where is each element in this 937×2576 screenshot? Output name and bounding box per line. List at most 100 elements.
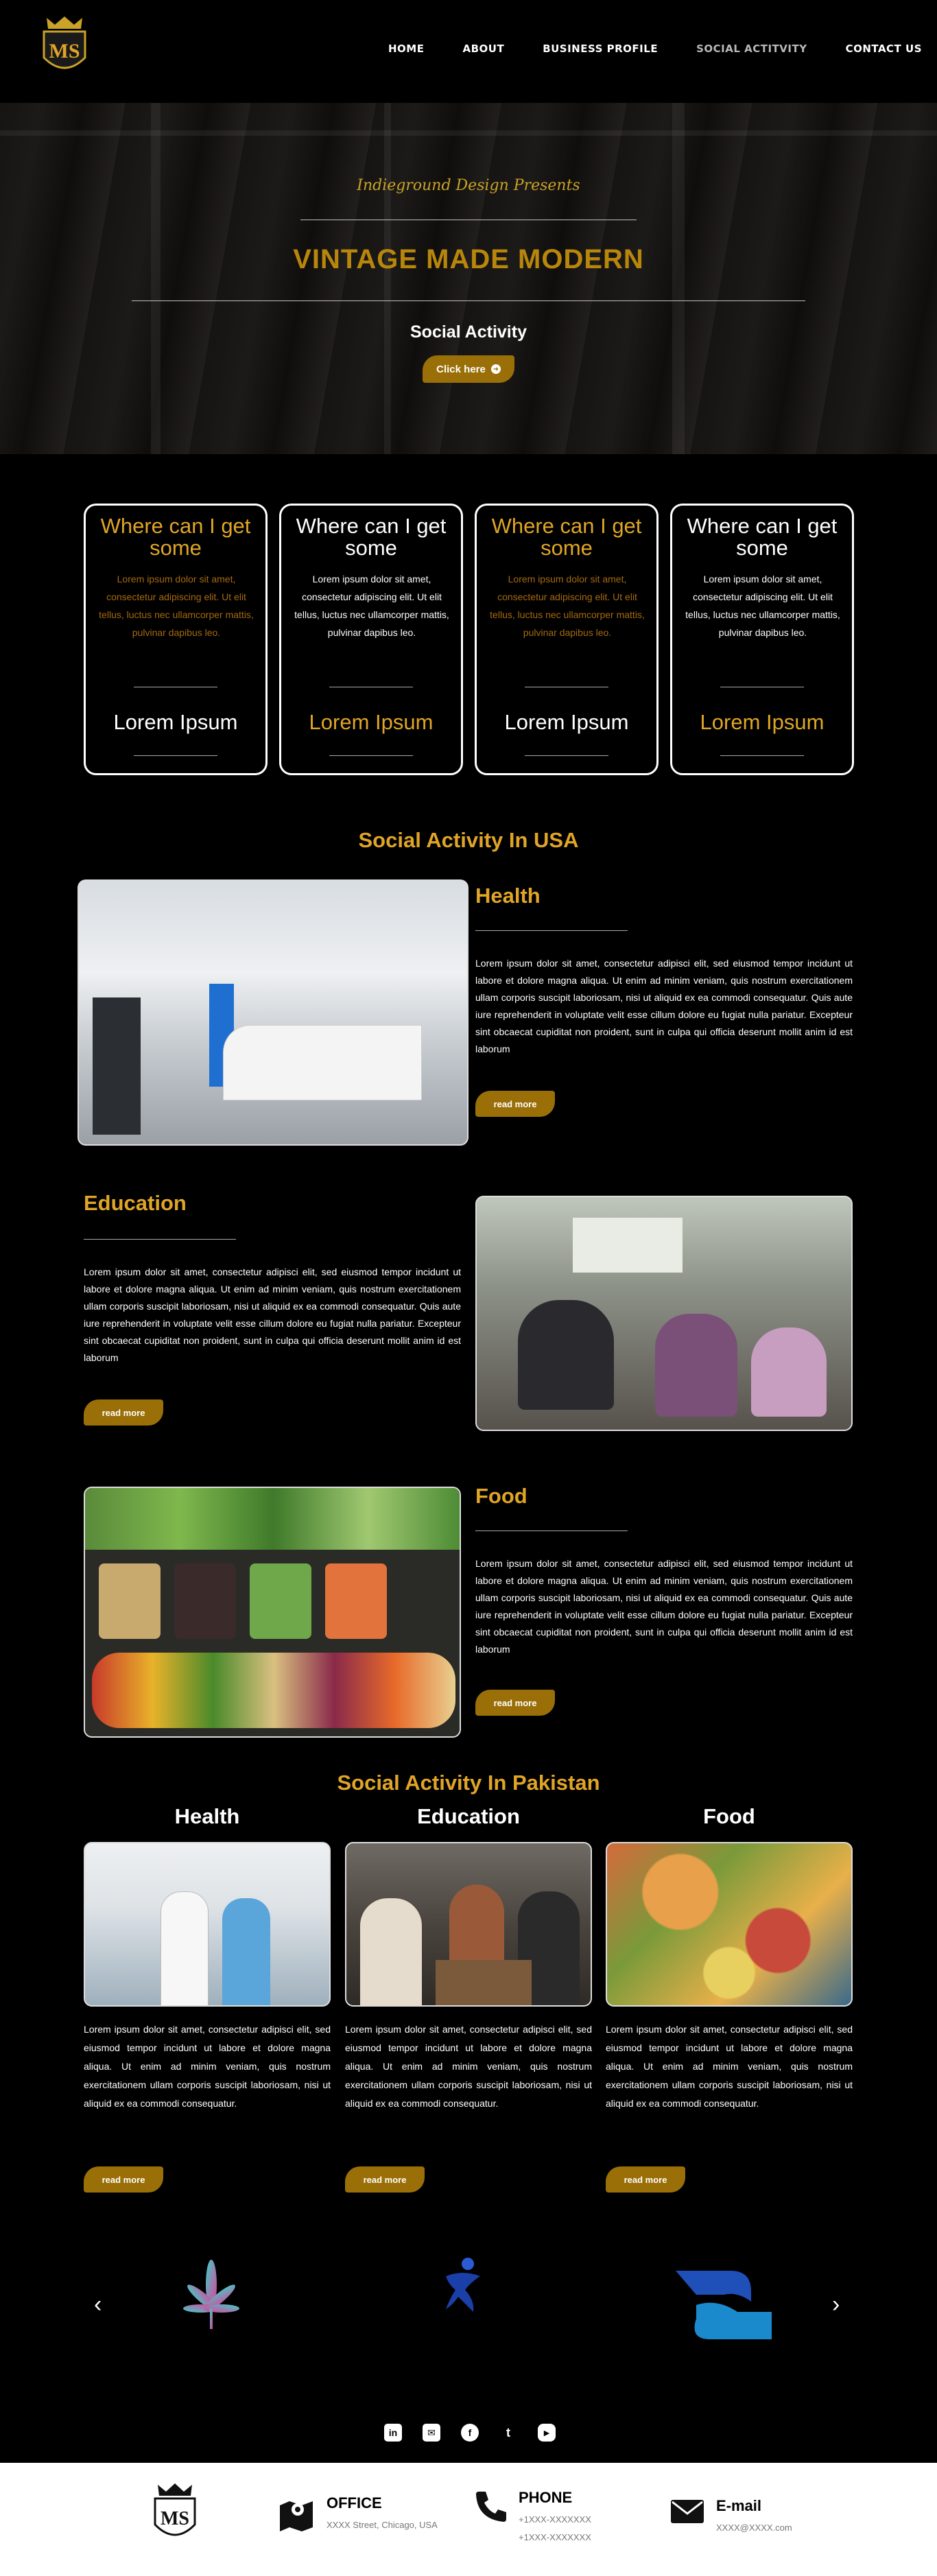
facebook-icon[interactable]: f	[461, 2424, 479, 2442]
phone-number-1[interactable]: +1XXX-XXXXXXX	[519, 2511, 591, 2529]
section-title-pakistan: Social Activity In Pakistan	[337, 1771, 600, 1795]
hero-pretitle: Indieground Design Presents	[357, 177, 580, 194]
card-heading: Lorem Ipsum	[309, 710, 434, 734]
carousel-next-button[interactable]: ›	[832, 2291, 840, 2318]
office-label: OFFICE	[327, 2494, 382, 2512]
card-title: Where can I get some	[296, 514, 447, 560]
footer-email: E-mail XXXX@XXXX.com	[669, 2497, 792, 2537]
card-divider	[525, 755, 608, 756]
site-header: MS HOME ABOUT BUSINESS PROFILE SOCIAL AC…	[0, 0, 937, 103]
linkedin-icon[interactable]: in	[384, 2424, 402, 2442]
office-address: XXXX Street, Chicago, USA	[327, 2520, 438, 2530]
card-title: Where can I get some	[491, 514, 642, 560]
read-more-button[interactable]: read more	[84, 2166, 163, 2193]
email-address[interactable]: XXXX@XXXX.com	[716, 2519, 792, 2537]
column-heading: Education	[417, 1804, 520, 1828]
svg-text:MS: MS	[49, 40, 80, 62]
nav-about[interactable]: ABOUT	[462, 43, 504, 55]
education-photo-detail	[655, 1314, 737, 1417]
arrow-circle-icon: ➜	[490, 364, 501, 374]
carousel-prev-button[interactable]: ‹	[94, 2291, 102, 2318]
feature-text: Lorem ipsum dolor sit amet, consectetur …	[475, 958, 853, 1054]
education-photo-detail	[573, 1218, 683, 1273]
phone-number-2[interactable]: +1XXX-XXXXXXX	[519, 2529, 591, 2547]
info-card: Where can I get some Lorem ipsum dolor s…	[84, 504, 268, 775]
read-more-button[interactable]: read more	[345, 2166, 425, 2193]
section-title-usa: Social Activity In USA	[358, 828, 579, 852]
helping-hands-icon	[669, 2264, 779, 2353]
phone-label: PHONE	[519, 2489, 573, 2506]
nav-home[interactable]: HOME	[388, 43, 424, 55]
main-nav: HOME ABOUT BUSINESS PROFILE SOCIAL ACTIT…	[388, 43, 922, 55]
card-title: Where can I get some	[687, 514, 838, 560]
site-footer: MS OFFICE XXXX Street, Chicago, USA PHON…	[0, 2463, 937, 2576]
hero-divider	[132, 300, 805, 301]
education-photo-detail	[751, 1327, 827, 1417]
pk-food-photo	[606, 1842, 853, 2007]
click-here-label: Click here	[436, 363, 486, 375]
read-more-button[interactable]: read more	[475, 1091, 555, 1117]
feature-underline	[475, 930, 628, 931]
card-heading: Lorem Ipsum	[504, 710, 629, 734]
info-card: Where can I get some Lorem ipsum dolor s…	[475, 504, 659, 775]
read-more-button[interactable]: read more	[606, 2166, 685, 2193]
feature-underline	[84, 1239, 236, 1240]
click-here-button[interactable]: Click here ➜	[423, 355, 514, 383]
pk-health-photo	[84, 1842, 331, 2007]
column-heading: Food	[703, 1804, 755, 1828]
card-divider	[134, 755, 217, 756]
email-icon[interactable]: ✉	[423, 2424, 440, 2442]
pk-health-photo-detail	[161, 1891, 209, 2005]
envelope-icon	[671, 2500, 704, 2523]
read-more-button[interactable]: read more	[475, 1690, 555, 1716]
card-title: Where can I get some	[100, 514, 251, 560]
brand-logo[interactable]: MS	[40, 15, 89, 80]
pk-health-photo-detail	[222, 1898, 270, 2005]
card-text: Lorem ipsum dolor sit amet, consectetur …	[490, 574, 645, 638]
feature-text: Lorem ipsum dolor sit amet, consectetur …	[475, 1558, 853, 1655]
health-photo-detail	[93, 997, 141, 1135]
feature-heading: Education	[84, 1191, 187, 1215]
card-heading: Lorem Ipsum	[113, 710, 238, 734]
feature-text: Lorem ipsum dolor sit amet, consectetur …	[84, 1266, 461, 1363]
column-text: Lorem ipsum dolor sit amet, consectetur …	[84, 2024, 331, 2109]
card-text: Lorem ipsum dolor sit amet, consectetur …	[685, 574, 840, 638]
pk-education-photo-detail	[360, 1898, 422, 2005]
email-label: E-mail	[716, 2497, 762, 2514]
pk-education-photo-detail	[449, 1884, 504, 1967]
feature-heading: Food	[475, 1484, 527, 1508]
svg-text:MS: MS	[161, 2508, 189, 2529]
food-photo-detail	[99, 1563, 161, 1639]
health-photo-detail	[223, 1025, 422, 1100]
footer-office: OFFICE XXXX Street, Chicago, USA	[277, 2494, 438, 2534]
education-photo	[475, 1196, 853, 1431]
hero-bg-beam	[0, 130, 937, 136]
cannabis-leaf-icon	[170, 2257, 252, 2339]
card-heading: Lorem Ipsum	[700, 710, 825, 734]
nav-business-profile[interactable]: BUSINESS PROFILE	[543, 43, 658, 55]
youtube-icon[interactable]: ▶	[538, 2424, 556, 2442]
card-text: Lorem ipsum dolor sit amet, consectetur …	[99, 574, 254, 638]
hero-bg-beam	[151, 103, 161, 454]
info-card: Where can I get some Lorem ipsum dolor s…	[279, 504, 463, 775]
food-photo-detail	[325, 1563, 387, 1639]
food-photo-detail	[92, 1653, 455, 1728]
education-photo-detail	[518, 1300, 614, 1410]
read-more-button[interactable]: read more	[84, 1399, 163, 1426]
hero-bg-beam	[672, 103, 685, 454]
food-photo-detail	[250, 1563, 311, 1639]
food-photo	[84, 1487, 461, 1738]
pk-education-photo	[345, 1842, 592, 2007]
food-photo-detail	[85, 1488, 460, 1550]
twitter-icon[interactable]: t	[499, 2424, 517, 2442]
column-text: Lorem ipsum dolor sit amet, consectetur …	[606, 2024, 853, 2109]
hero-bg-beam	[384, 103, 391, 454]
pk-education-photo-detail	[436, 1960, 532, 2005]
column-heading: Health	[174, 1804, 240, 1828]
feature-heading: Health	[475, 884, 541, 908]
card-divider	[720, 755, 804, 756]
card-divider	[329, 755, 413, 756]
footer-logo[interactable]: MS	[151, 2482, 199, 2547]
nav-contact-us[interactable]: CONTACT US	[846, 43, 922, 55]
nav-social-activity[interactable]: SOCIAL ACTITVITY	[696, 43, 807, 55]
